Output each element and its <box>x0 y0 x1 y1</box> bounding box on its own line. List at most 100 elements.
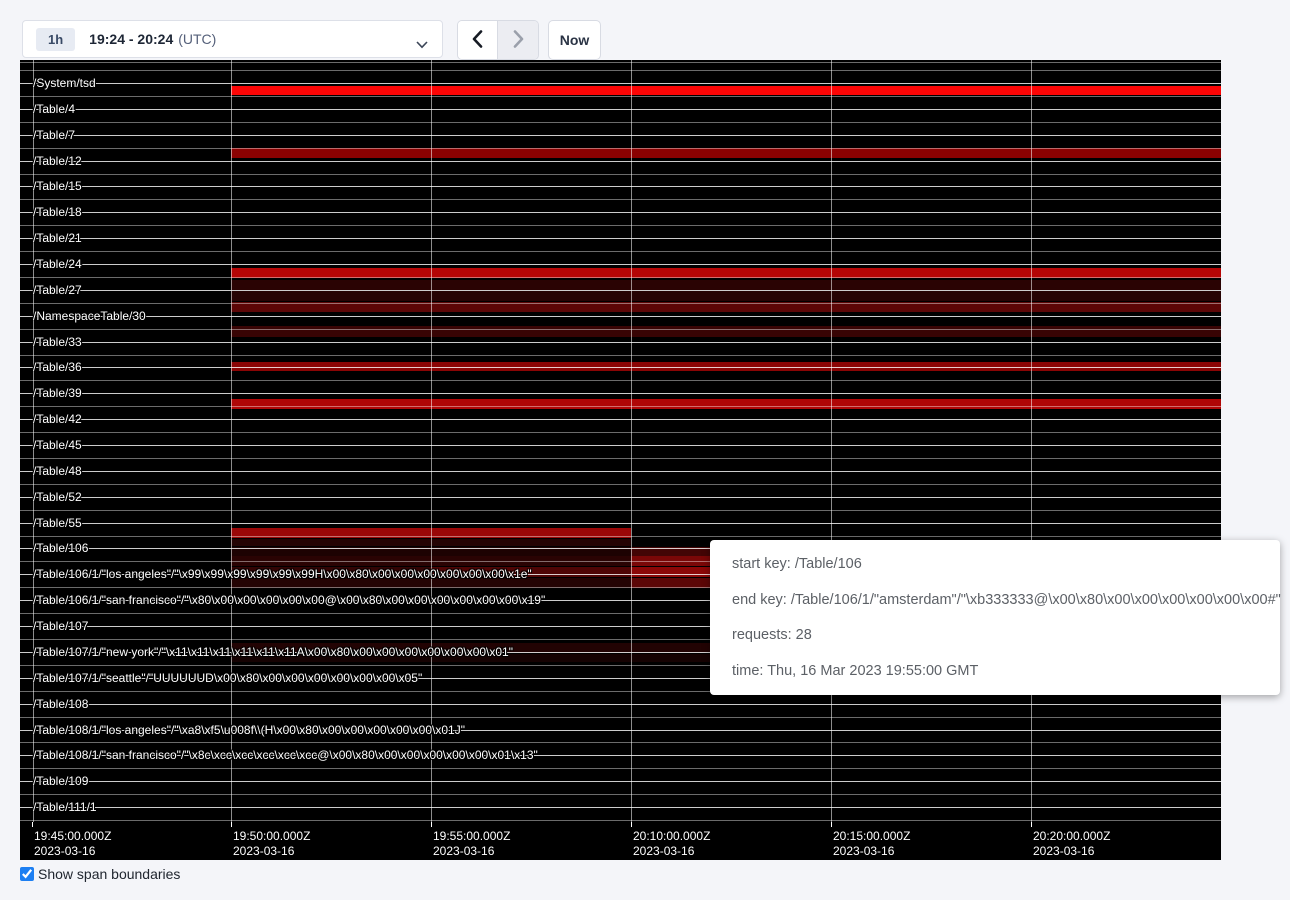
span-boundary-line <box>20 329 1221 330</box>
row-label: /Table/106 <box>33 541 88 555</box>
heat-band[interactable] <box>231 280 1221 290</box>
axis-tick-label: 19:55:00.000Z2023-03-16 <box>433 829 510 859</box>
row-label: /Table/42 <box>33 412 82 426</box>
span-boundary-line <box>20 148 1221 149</box>
span-boundary-line <box>20 781 1221 782</box>
span-boundary-line <box>20 419 1221 420</box>
heat-band[interactable] <box>231 326 1221 337</box>
axis-tick-label: 20:15:00.000Z2023-03-16 <box>833 829 910 859</box>
show-span-boundaries-checkbox[interactable]: Show span boundaries <box>20 866 180 882</box>
axis-tick <box>1031 822 1032 827</box>
row-label: /Table/33 <box>33 335 82 349</box>
grid-line <box>431 60 432 822</box>
span-boundary-line <box>20 122 1221 123</box>
axis-tick <box>32 822 33 827</box>
tooltip-requests: requests: 28 <box>732 627 1258 643</box>
now-button[interactable]: Now <box>548 20 601 60</box>
span-boundary-line <box>20 393 1221 394</box>
grid-line <box>231 60 232 822</box>
row-label: /Table/7 <box>33 128 75 142</box>
span-boundary-line <box>20 238 1221 239</box>
row-label: /Table/107/1/"new york"/"\x11\x11\x11\x1… <box>33 645 513 659</box>
row-label: /Table/55 <box>33 516 82 530</box>
span-boundary-line <box>20 794 1221 795</box>
span-boundary-line <box>20 135 1221 136</box>
span-boundary-line <box>20 523 1221 524</box>
span-boundary-line <box>20 199 1221 200</box>
row-label: /Table/18 <box>33 205 82 219</box>
span-tooltip: start key: /Table/106 end key: /Table/10… <box>710 540 1280 695</box>
grid-line <box>831 60 832 822</box>
span-boundary-line <box>20 83 1221 84</box>
time-nav-group <box>457 20 539 60</box>
span-boundary-line <box>20 109 1221 110</box>
time-range-text: 19:24 - 20:24 <box>89 31 173 47</box>
row-label: /Table/106/1/"san francisco"/"\x80\x00\x… <box>33 593 545 607</box>
row-label: /Table/4 <box>33 102 75 116</box>
toolbar: 1h 19:24 - 20:24 (UTC) Now <box>0 0 1290 60</box>
row-label: /Table/21 <box>33 231 82 245</box>
tooltip-start-key: start key: /Table/106 <box>732 556 1258 572</box>
span-boundary-line <box>20 536 1221 537</box>
axis-tick-label: 20:10:00.000Z2023-03-16 <box>633 829 710 859</box>
span-boundary-line <box>20 367 1221 368</box>
span-boundary-line <box>20 161 1221 162</box>
span-boundary-line <box>20 445 1221 446</box>
key-visualizer-heatmap[interactable]: /System/tsd/Table/4/Table/7/Table/12/Tab… <box>20 60 1221 860</box>
span-boundary-line <box>20 316 1221 317</box>
span-boundary-line <box>20 484 1221 485</box>
time-range-selector[interactable]: 1h 19:24 - 20:24 (UTC) <box>22 20 443 58</box>
span-boundary-line <box>20 264 1221 265</box>
row-label: /Table/12 <box>33 154 82 168</box>
axis-tick <box>431 822 432 827</box>
span-boundary-line <box>20 174 1221 175</box>
span-boundary-line <box>20 807 1221 808</box>
row-label: /Table/36 <box>33 360 82 374</box>
row-label: /Table/108/1/"san francisco"/"\x8c\xcc\x… <box>33 748 538 762</box>
heat-band[interactable] <box>231 148 1221 158</box>
span-boundary-line <box>20 704 1221 705</box>
row-label: /Table/39 <box>33 386 82 400</box>
span-boundary-line <box>20 186 1221 187</box>
span-boundary-line <box>20 768 1221 769</box>
row-label: /Table/15 <box>33 179 82 193</box>
row-label: /Table/27 <box>33 283 82 297</box>
row-label: /Table/45 <box>33 438 82 452</box>
span-boundary-line <box>20 96 1221 97</box>
span-boundary-line <box>20 355 1221 356</box>
row-label: /Table/107/1/"seattle"/"UUUUUUD\x00\x80\… <box>33 671 422 685</box>
span-boundary-line <box>20 70 1221 71</box>
tooltip-end-key: end key: /Table/106/1/"amsterdam"/"\xb33… <box>732 592 1258 608</box>
checkbox-input[interactable] <box>20 867 34 881</box>
row-label: /System/tsd <box>33 76 96 90</box>
grid-line <box>1031 60 1032 822</box>
chevron-right-icon <box>513 30 524 51</box>
span-boundary-line <box>20 510 1221 511</box>
span-boundary-line <box>20 290 1221 291</box>
span-boundary-line <box>20 458 1221 459</box>
axis-tick-label: 20:20:00.000Z2023-03-16 <box>1033 829 1110 859</box>
checkbox-label: Show span boundaries <box>38 866 180 882</box>
heat-band[interactable] <box>231 291 1221 301</box>
row-label: /Table/48 <box>33 464 82 478</box>
tooltip-time: time: Thu, 16 Mar 2023 19:55:00 GMT <box>732 663 1258 679</box>
heat-band[interactable] <box>231 86 1221 95</box>
row-label: /Table/52 <box>33 490 82 504</box>
span-boundary-line <box>20 277 1221 278</box>
span-boundary-line <box>20 432 1221 433</box>
span-boundary-line <box>20 303 1221 304</box>
row-label: /Table/109 <box>33 774 88 788</box>
span-boundary-line <box>20 225 1221 226</box>
chevron-left-icon <box>472 30 483 51</box>
span-boundary-line <box>20 380 1221 381</box>
row-label: /Table/111/1 <box>33 800 97 814</box>
heat-band[interactable] <box>231 399 1221 409</box>
row-label: /Table/108/1/"los angeles"/"\xa8\xf5\u00… <box>33 723 465 737</box>
prev-time-button[interactable] <box>458 21 498 59</box>
span-boundary-line <box>20 497 1221 498</box>
span-boundary-line <box>20 406 1221 407</box>
next-time-button[interactable] <box>498 21 538 59</box>
span-boundary-line <box>20 251 1221 252</box>
axis-tick-label: 19:50:00.000Z2023-03-16 <box>233 829 310 859</box>
chevron-down-icon <box>416 36 428 54</box>
